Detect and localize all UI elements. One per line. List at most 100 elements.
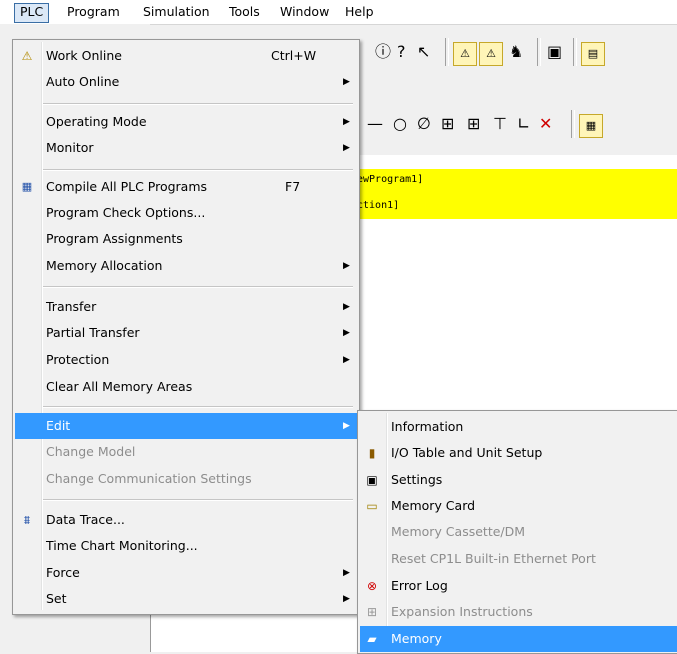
context-help-icon[interactable]: ↖ (417, 42, 430, 62)
menu-help[interactable]: Help (340, 3, 379, 21)
menu-item-program-check-options[interactable]: Program Check Options... (15, 200, 357, 226)
menu-item-label: Memory Allocation (46, 258, 163, 273)
menu-simulation[interactable]: Simulation (138, 3, 215, 21)
menu-item-memory[interactable]: ▰ Memory (360, 626, 677, 652)
menu-window[interactable]: Window (275, 3, 334, 21)
menu-bar: PLC Program Simulation Tools Window Help (0, 0, 677, 25)
menu-item-memory-allocation[interactable]: Memory Allocation ▶ (15, 253, 357, 279)
settings-icon: ▣ (366, 473, 378, 487)
menu-item-program-assignments[interactable]: Program Assignments (15, 226, 357, 252)
shortcut-label: Ctrl+W (271, 48, 317, 63)
toolbar-top: ⓘ ? ↖ ⚠ ⚠ ♞ ▣ ▤ (345, 36, 677, 68)
edit-submenu: Information ▮ I/O Table and Unit Setup ▣… (357, 410, 677, 654)
submenu-arrow-icon: ▶ (343, 302, 350, 312)
menu-item-set[interactable]: Set ▶ (15, 586, 357, 612)
menu-item-label: Protection (46, 352, 110, 367)
program-name-label: ewProgram1] (357, 174, 424, 185)
coil-negated-icon[interactable]: ∅ (417, 114, 431, 134)
menu-program[interactable]: Program (62, 3, 125, 21)
menu-item-label: Program Assignments (46, 231, 183, 246)
online-warning-icon[interactable]: ⚠ (453, 42, 477, 66)
warning-icon: ⚠ (21, 49, 33, 63)
plc-menu: ⚠ Work Online Ctrl+W Auto Online ▶ Opera… (12, 39, 360, 615)
menu-separator (43, 169, 353, 171)
info-icon[interactable]: ⓘ (375, 42, 391, 62)
menu-item-error-log[interactable]: ⊗ Error Log (360, 573, 677, 599)
menu-item-clear-all-memory[interactable]: Clear All Memory Areas (15, 374, 357, 400)
menu-item-memory-cassette[interactable]: Memory Cassette/DM (360, 519, 677, 545)
pt-icon[interactable]: ⊤ (493, 114, 507, 134)
horizontal-line-icon[interactable]: — (367, 114, 383, 134)
menu-item-label: Set (46, 591, 67, 606)
menu-item-settings[interactable]: ▣ Settings (360, 467, 677, 493)
menu-item-monitor[interactable]: Monitor ▶ (15, 135, 357, 161)
menu-item-label: Memory Cassette/DM (391, 524, 526, 539)
menu-separator (43, 103, 353, 105)
instruction-icon[interactable]: ⊞ (441, 114, 454, 134)
menu-tools[interactable]: Tools (224, 3, 265, 21)
binoculars-icon[interactable]: ♞ (509, 42, 523, 62)
menu-item-edit[interactable]: Edit ▶ (15, 413, 357, 439)
menu-item-label: Program Check Options... (46, 205, 206, 220)
coil-icon[interactable]: ○ (393, 114, 407, 134)
submenu-arrow-icon: ▶ (343, 117, 350, 127)
menu-item-label: Information (391, 419, 464, 434)
instruction-negated-icon[interactable]: ⊞ (467, 114, 480, 134)
menu-item-label: Monitor (46, 140, 94, 155)
menu-item-force[interactable]: Force ▶ (15, 560, 357, 586)
menu-plc[interactable]: PLC (14, 3, 50, 23)
submenu-arrow-icon: ▶ (343, 568, 350, 578)
menu-item-operating-mode[interactable]: Operating Mode ▶ (15, 109, 357, 135)
toolbar-separator (537, 38, 541, 66)
line-corner-icon[interactable]: ∟ (517, 114, 530, 134)
menu-item-compile-all[interactable]: ▦ Compile All PLC Programs F7 (15, 174, 357, 200)
compare-icon[interactable]: ▤ (581, 42, 605, 66)
io-table-icon: ▮ (368, 446, 376, 460)
menu-item-label: Expansion Instructions (391, 604, 533, 619)
section-name-label: ction1] (357, 200, 400, 211)
menu-item-auto-online[interactable]: Auto Online ▶ (15, 69, 357, 95)
menu-item-label: Partial Transfer (46, 325, 140, 340)
menu-item-information[interactable]: Information (360, 414, 677, 440)
menu-item-label: I/O Table and Unit Setup (391, 445, 543, 460)
delete-line-icon[interactable]: ✕ (539, 114, 552, 134)
menu-item-label: Edit (46, 418, 71, 433)
menu-item-change-communication-settings[interactable]: Change Communication Settings (15, 466, 357, 492)
menu-separator (43, 406, 353, 408)
auto-online-icon[interactable]: ⚠ (479, 42, 503, 66)
submenu-arrow-icon: ▶ (343, 594, 350, 604)
menu-item-expansion-instructions[interactable]: ⊞ Expansion Instructions (360, 599, 677, 625)
memory-card-icon: ▭ (366, 499, 378, 513)
menu-item-change-model[interactable]: Change Model (15, 439, 357, 465)
menu-item-work-online[interactable]: ⚠ Work Online Ctrl+W (15, 43, 357, 69)
submenu-arrow-icon: ▶ (343, 355, 350, 365)
menu-item-memory-card[interactable]: ▭ Memory Card (360, 493, 677, 519)
menu-item-partial-transfer[interactable]: Partial Transfer ▶ (15, 320, 357, 346)
ladder-mode-icon[interactable]: ▦ (579, 114, 603, 138)
submenu-arrow-icon: ▶ (343, 143, 350, 153)
toolbar-separator (571, 110, 575, 138)
submenu-arrow-icon: ▶ (343, 261, 350, 271)
menu-item-protection[interactable]: Protection ▶ (15, 347, 357, 373)
help-icon[interactable]: ? (397, 42, 406, 62)
menu-item-label: Change Model (46, 444, 136, 459)
menu-item-label: Settings (391, 472, 443, 487)
menu-item-data-trace[interactable]: ⩩ Data Trace... (15, 507, 357, 533)
menu-item-label: Auto Online (46, 74, 120, 89)
menu-item-time-chart-monitoring[interactable]: Time Chart Monitoring... (15, 533, 357, 559)
menu-item-label: Clear All Memory Areas (46, 379, 193, 394)
menu-item-io-table[interactable]: ▮ I/O Table and Unit Setup (360, 440, 677, 466)
menu-item-transfer[interactable]: Transfer ▶ (15, 294, 357, 320)
submenu-arrow-icon: ▶ (343, 421, 350, 431)
transfer-icon[interactable]: ▣ (547, 42, 562, 62)
data-trace-icon: ⩩ (23, 513, 31, 527)
toolbar-separator (445, 38, 449, 66)
menu-item-label: Operating Mode (46, 114, 147, 129)
menu-separator (43, 286, 353, 288)
menu-item-reset-ethernet-port[interactable]: Reset CP1L Built-in Ethernet Port (360, 546, 677, 572)
menu-item-label: Compile All PLC Programs (46, 179, 208, 194)
menu-item-label: Force (46, 565, 80, 580)
menu-item-label: Transfer (46, 299, 97, 314)
menu-item-label: Change Communication Settings (46, 471, 252, 486)
menu-item-label: Memory (391, 631, 442, 646)
